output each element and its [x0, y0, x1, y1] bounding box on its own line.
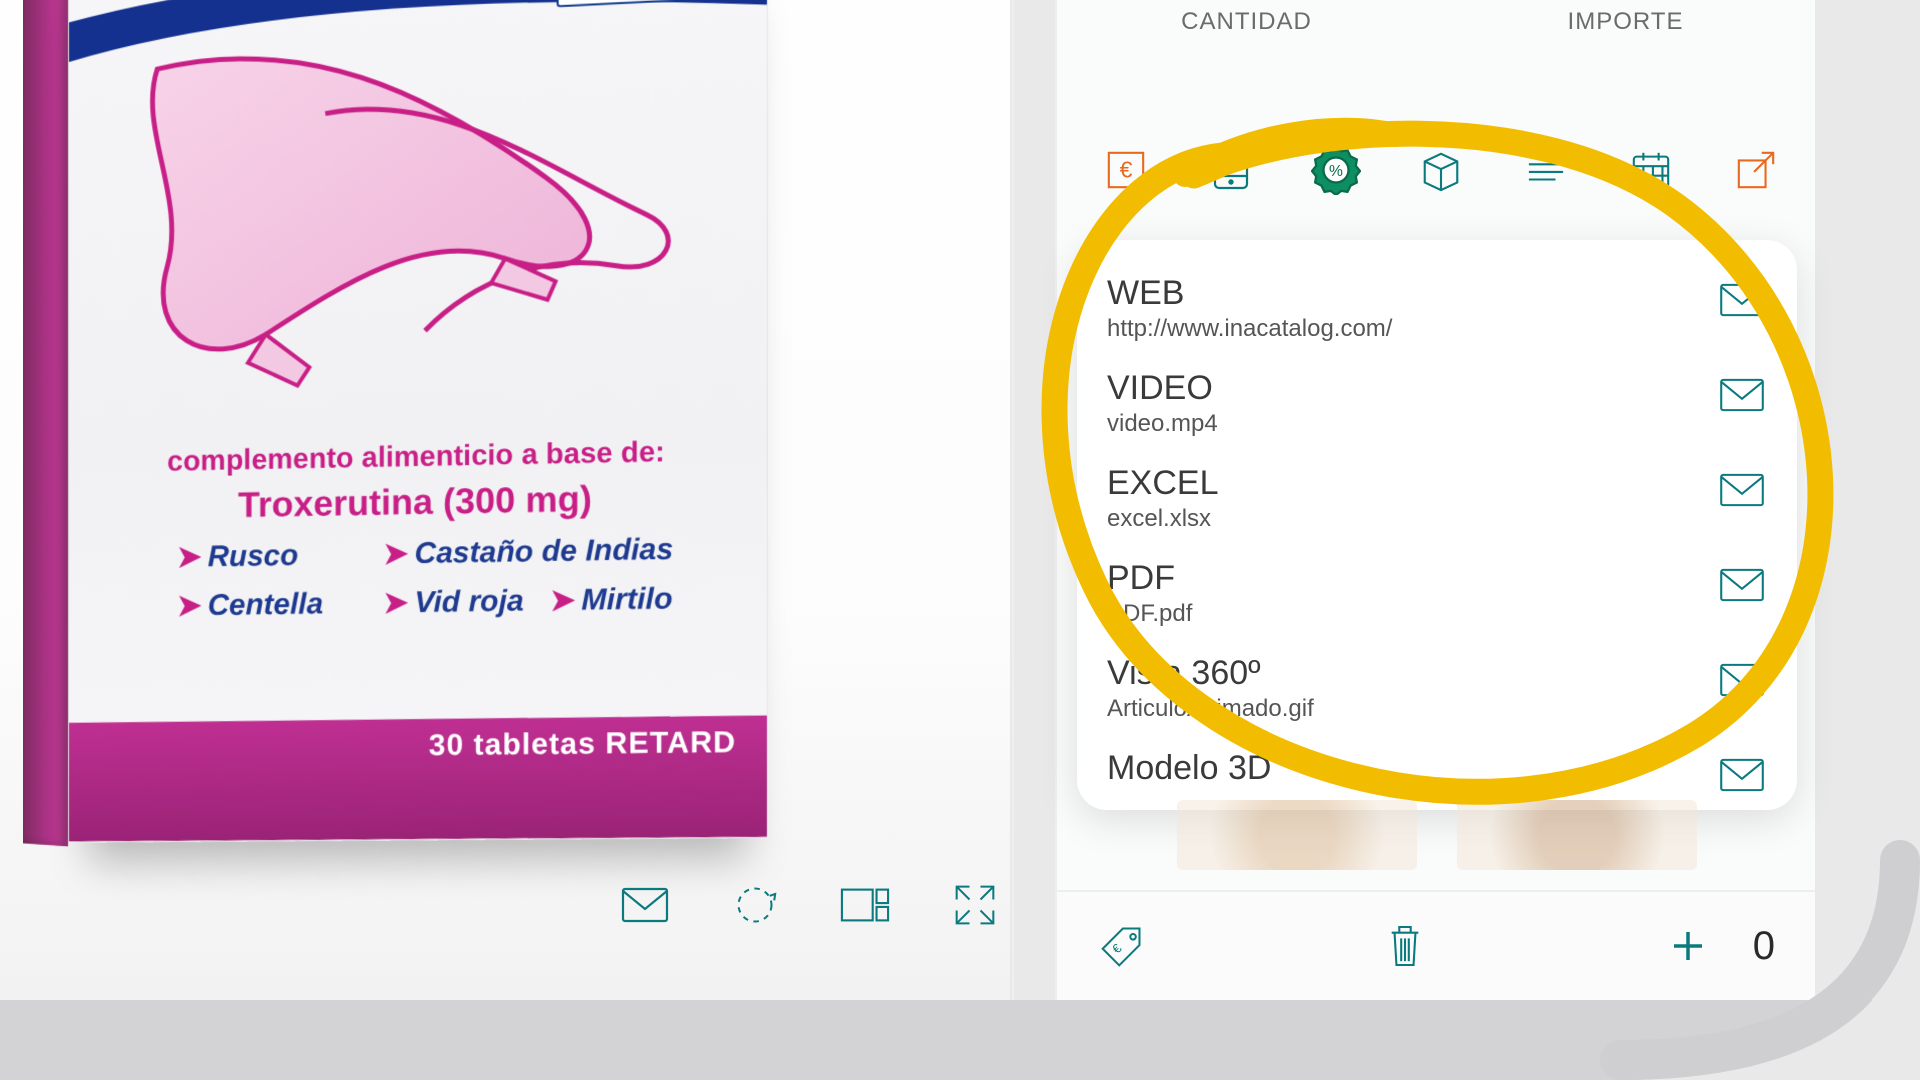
order-header: CANTIDAD IMPORTE: [1057, 0, 1815, 90]
attachment-item[interactable]: PDFPDF.pdf: [1107, 547, 1767, 642]
legs-illustration: [128, 22, 688, 417]
send-mail-icon[interactable]: [1717, 755, 1767, 795]
product-box: RETARD complemento alimenticio a base de…: [23, 0, 782, 856]
attachment-title: PDF: [1107, 559, 1717, 598]
herb-centella: Centella: [208, 587, 324, 622]
detail-iconbar: € %: [1097, 130, 1785, 210]
product-preview-pane: RETARD complemento alimenticio a base de…: [0, 0, 1010, 1000]
attachment-sub: http://www.inacatalog.com/: [1107, 315, 1717, 343]
price-icon[interactable]: €: [1097, 141, 1155, 199]
expand-icon[interactable]: [950, 880, 1000, 930]
discount-badge-icon[interactable]: %: [1307, 141, 1365, 199]
package-icon[interactable]: [1412, 141, 1470, 199]
box-side: [23, 0, 68, 846]
order-count: 0: [1753, 924, 1775, 969]
attachment-sub: excel.xlsx: [1107, 505, 1717, 533]
svg-text:€: €: [1109, 941, 1125, 957]
attachment-title: EXCEL: [1107, 464, 1717, 503]
add-icon[interactable]: [1663, 921, 1713, 971]
attachment-item[interactable]: WEBhttp://www.inacatalog.com/: [1107, 262, 1767, 357]
divider: [1012, 0, 1014, 1000]
herb-mirtilo: Mirtilo: [581, 582, 672, 617]
attachment-item[interactable]: Vista 360ºArticuloAnimado.gif: [1107, 642, 1767, 737]
box-front: RETARD complemento alimenticio a base de…: [68, 0, 768, 843]
attachment-sub: video.mp4: [1107, 410, 1717, 438]
send-mail-icon[interactable]: [1717, 280, 1767, 320]
header-amount: IMPORTE: [1436, 8, 1815, 36]
svg-text:€: €: [1120, 157, 1133, 183]
rotate-icon[interactable]: [730, 880, 780, 930]
mail-icon[interactable]: [620, 880, 670, 930]
order-side-panel: CANTIDAD IMPORTE € %: [1055, 0, 1815, 1000]
herb-grid: ➤Rusco ➤Centella ➤Castaño de Indias ➤Vid…: [177, 531, 698, 637]
attachment-item[interactable]: EXCELexcel.xlsx: [1107, 452, 1767, 547]
send-mail-icon[interactable]: [1717, 660, 1767, 700]
send-mail-icon[interactable]: [1717, 565, 1767, 605]
attachment-item[interactable]: Modelo 3D: [1107, 737, 1767, 809]
send-mail-icon[interactable]: [1717, 470, 1767, 510]
attachment-item[interactable]: VIDEOvideo.mp4: [1107, 357, 1767, 452]
send-mail-icon[interactable]: [1717, 375, 1767, 415]
herb-rusco: Rusco: [208, 539, 299, 573]
attachment-sub: PDF.pdf: [1107, 600, 1717, 628]
herb-vidroja: Vid roja: [414, 584, 523, 619]
comp-main: Troxerutina (300 mg): [69, 475, 767, 529]
catalog-icon[interactable]: [1202, 141, 1260, 199]
header-qty: CANTIDAD: [1057, 8, 1436, 36]
thumbnail-strip: [1177, 800, 1697, 870]
attachments-popover: WEBhttp://www.inacatalog.com/VIDEOvideo.…: [1077, 240, 1797, 810]
share-icon[interactable]: [1727, 141, 1785, 199]
attachment-title: Modelo 3D: [1107, 749, 1717, 788]
attachment-title: Vista 360º: [1107, 654, 1717, 693]
price-tag-icon[interactable]: €: [1097, 921, 1147, 971]
herb-castano: Castaño de Indias: [414, 533, 673, 570]
layout-icon[interactable]: [840, 880, 890, 930]
svg-text:%: %: [1329, 163, 1343, 180]
bottom-bar: [0, 1000, 1920, 1080]
calendar-icon[interactable]: [1622, 141, 1680, 199]
box-bottom-strip: 30 tabletas RETARD: [69, 715, 767, 841]
comp-line: complemento alimenticio a base de:: [69, 434, 767, 480]
trash-icon[interactable]: [1380, 921, 1430, 971]
attachment-title: VIDEO: [1107, 369, 1717, 408]
list-icon[interactable]: [1517, 141, 1575, 199]
left-toolbar: [620, 870, 1000, 940]
attachment-sub: ArticuloAnimado.gif: [1107, 695, 1717, 723]
order-footer: € 0: [1057, 890, 1815, 1000]
attachment-title: WEB: [1107, 274, 1717, 313]
tablet-count: 30 tabletas RETARD: [429, 726, 736, 763]
